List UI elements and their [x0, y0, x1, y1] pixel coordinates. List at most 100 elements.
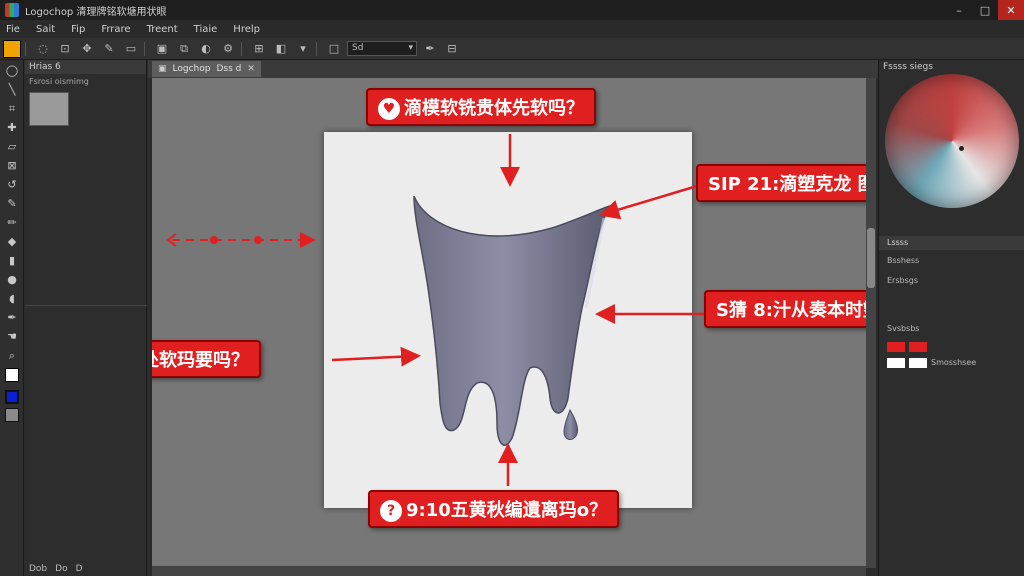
dashed-arrow-dot [254, 236, 262, 244]
app-logo-icon [5, 3, 19, 17]
color-picker-handle[interactable] [959, 146, 964, 151]
drip-logo-shape[interactable] [413, 195, 612, 446]
fill-tool-icon[interactable]: ◆ [2, 233, 22, 250]
callout-right-mid-text: S猜 8:汁从奏本时塑试软梳？ [716, 300, 866, 321]
mode-select[interactable]: Sd [347, 41, 417, 56]
callout-left-text: S茬 2:搓是处软玛要吗？ [152, 350, 249, 371]
separator [316, 41, 317, 56]
crop-tool-icon[interactable]: ⌗ [2, 100, 22, 117]
foreground-color-swatch[interactable] [5, 368, 19, 382]
lasso-tool-icon[interactable]: ◯ [2, 62, 22, 79]
document-tab-bar: ▣ Logchop Dss d ✕ [148, 60, 878, 78]
history-panel-footer: Dob Do D [29, 564, 83, 574]
square-icon[interactable]: □ [325, 40, 343, 58]
canvas-vertical-scrollbar[interactable] [866, 78, 876, 568]
close-button[interactable]: ✕ [998, 0, 1024, 20]
separator [144, 41, 145, 56]
history-snapshot-thumbnail[interactable] [29, 92, 69, 126]
close-tab-icon[interactable]: ✕ [247, 61, 255, 77]
document-tab[interactable]: ▣ Logchop Dss d ✕ [152, 61, 261, 77]
zoom-tool-icon[interactable]: ⌕ [2, 347, 22, 364]
separator [241, 41, 242, 56]
dodge-tool-icon[interactable]: ◖ [2, 290, 22, 307]
panel-divider [25, 305, 147, 306]
layer-row[interactable]: Smosshsee [879, 356, 1024, 370]
document-icon: ▣ [158, 64, 167, 74]
callout-bottom: ? 9:10五黄秋编遺离玛o？ [368, 490, 620, 528]
brush-icon[interactable]: ✎ [100, 40, 118, 58]
toolbox: ◯ ╲ ⌗ ✚ ▱ ⊠ ↺ ✎ ✏ ◆ ▮ ● ◖ ✒ ☚ ⌕ [0, 60, 24, 576]
canvas-area[interactable]: ♥滴模软铣贵体先软吗？ SIP 21:滴塑克龙 图实？ S猜 8:汁从奏本时塑试… [152, 78, 866, 568]
menu-image[interactable]: Fip [65, 24, 95, 35]
history-panel: Hrias 6 Fsrosi oismimg Dob Do D [25, 60, 147, 576]
rect-tool-icon[interactable]: ▱ [2, 138, 22, 155]
layer-thumbnail [887, 357, 905, 368]
layer-row[interactable] [879, 340, 1024, 354]
heart-icon: ♥ [378, 98, 400, 120]
lasso-icon[interactable]: ◌ [34, 40, 52, 58]
footer-item[interactable]: Dob [29, 564, 47, 574]
menu-edit[interactable]: Sait [30, 24, 65, 35]
transform-icon[interactable]: ⧉ [175, 40, 193, 58]
document-tab-label: Logchop [172, 64, 211, 74]
drip-droplet[interactable] [563, 408, 579, 440]
separator [25, 41, 26, 56]
stamp-tool-icon[interactable]: ⊠ [2, 157, 22, 174]
menu-file[interactable]: Fie [0, 24, 30, 35]
gradient-icon[interactable]: ◧ [272, 40, 290, 58]
callout-left: S茬 2:搓是处软玛要吗？ [152, 340, 261, 378]
pencil-tool-icon[interactable]: ✏ [2, 214, 22, 231]
line-tool-icon[interactable]: ╲ [2, 81, 22, 98]
hand-tool-icon[interactable]: ☚ [2, 328, 22, 345]
blur-tool-icon[interactable]: ● [2, 271, 22, 288]
chevron-down-icon[interactable]: ▾ [294, 40, 312, 58]
history-panel-subtitle: Fsrosi oismimg [29, 77, 89, 86]
layer-thumbnail [887, 341, 905, 352]
history-brush-icon[interactable]: ↺ [2, 176, 22, 193]
dashed-arrow-dot [210, 236, 218, 244]
panel-row-swatches[interactable]: Svsbsbs [879, 322, 1024, 336]
panel-row-erasers[interactable]: Ersbsgs [879, 274, 1024, 288]
scrollbar-thumb[interactable] [867, 228, 875, 288]
menu-layer[interactable]: Frrare [95, 24, 140, 35]
stamp-icon[interactable]: ⊞ [250, 40, 268, 58]
heal-tool-icon[interactable]: ✚ [2, 119, 22, 136]
minimize-button[interactable]: – [946, 0, 972, 20]
window-controls: – □ ✕ [946, 0, 1024, 20]
menu-help[interactable]: Hrelp [227, 24, 270, 35]
layer-name: Smosshsee [931, 358, 977, 367]
history-panel-tab[interactable]: Hrias 6 [25, 60, 146, 74]
background-color-swatch[interactable] [5, 390, 19, 404]
layer-thumbnail [909, 341, 927, 352]
active-tool-icon[interactable] [3, 39, 21, 58]
color-wheel[interactable] [885, 74, 1019, 208]
settings-icon[interactable]: ⚙ [219, 40, 237, 58]
arrow-left [331, 346, 421, 367]
select-icon[interactable]: ▣ [153, 40, 171, 58]
menu-filter[interactable]: Tiaie [188, 24, 228, 35]
eraser-icon[interactable]: ▭ [122, 40, 140, 58]
move-icon[interactable]: ✥ [78, 40, 96, 58]
pen-tool-icon[interactable]: ✒ [2, 309, 22, 326]
pen-icon[interactable]: ✒ [421, 40, 439, 58]
brush-tool-icon[interactable]: ✎ [2, 195, 22, 212]
panel-row-brushes[interactable]: Bsshess [879, 254, 1024, 268]
quick-mask-icon[interactable] [5, 408, 19, 422]
mask-icon[interactable]: ◐ [197, 40, 215, 58]
footer-item[interactable]: D [76, 564, 83, 574]
callout-right-mid: S猜 8:汁从奏本时塑试软梳？ [704, 290, 866, 328]
menu-select[interactable]: Treent [141, 24, 188, 35]
layers-panel-header[interactable]: Lssss [879, 236, 1024, 250]
right-panel: Fssss siegs Lssss Bsshess Ersbsgs Svsbsb… [878, 60, 1024, 576]
callout-top: ♥ 滴模软铣贵体先软吗？ [366, 88, 596, 126]
crop-icon[interactable]: ⊡ [56, 40, 74, 58]
align-icon[interactable]: ⊟ [443, 40, 461, 58]
footer-item[interactable]: Do [55, 564, 67, 574]
maximize-button[interactable]: □ [972, 0, 998, 20]
callout-top-text: 滴模软铣贵体先软吗？ [404, 98, 584, 119]
title-bar: Logochop 清理牌铭软塘用状眼 – □ ✕ [0, 0, 1024, 20]
eraser-tool-icon[interactable]: ▮ [2, 252, 22, 269]
window-title: Logochop 清理牌铭软塘用状眼 [25, 6, 167, 18]
layer-thumbnail [909, 357, 927, 368]
color-panel-title: Fssss siegs [883, 62, 933, 72]
